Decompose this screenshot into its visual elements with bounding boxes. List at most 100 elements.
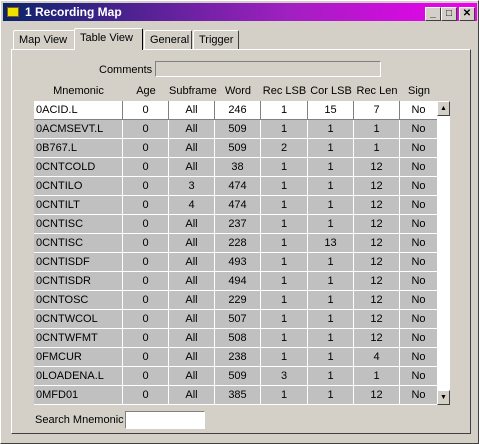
- cell-cor-lsb[interactable]: 13: [308, 234, 354, 253]
- cell-sign[interactable]: No: [400, 234, 438, 253]
- cell-rec-len[interactable]: 12: [354, 196, 400, 215]
- cell-sign[interactable]: No: [400, 272, 438, 291]
- cell-cor-lsb[interactable]: 1: [308, 272, 354, 291]
- cell-subframe[interactable]: All: [169, 291, 215, 310]
- cell-mnemonic[interactable]: 0CNTISC: [34, 234, 123, 253]
- cell-mnemonic[interactable]: 0CNTISC: [34, 215, 123, 234]
- tab-general[interactable]: General: [144, 30, 192, 49]
- column-header-age[interactable]: Age: [123, 85, 169, 97]
- cell-subframe[interactable]: All: [169, 253, 215, 272]
- cell-rec-len[interactable]: 12: [354, 329, 400, 348]
- scroll-up-button[interactable]: ▲: [437, 101, 450, 116]
- table-row[interactable]: 0FMCUR 0 All 238 1 1 4 No: [34, 348, 438, 367]
- cell-sign[interactable]: No: [400, 101, 438, 120]
- column-header-cor-lsb[interactable]: Cor LSB: [308, 85, 354, 97]
- cell-sign[interactable]: No: [400, 253, 438, 272]
- cell-rec-lsb[interactable]: 1: [261, 329, 308, 348]
- table-row[interactable]: 0LOADENA.L 0 All 509 3 1 1 No: [34, 367, 438, 386]
- cell-cor-lsb[interactable]: 1: [308, 291, 354, 310]
- cell-age[interactable]: 0: [123, 234, 169, 253]
- cell-rec-lsb[interactable]: 1: [261, 234, 308, 253]
- table-row[interactable]: 0CNTCOLD 0 All 38 1 1 12 No: [34, 158, 438, 177]
- table-row[interactable]: 0CNTILT 0 4 474 1 1 12 No: [34, 196, 438, 215]
- cell-word[interactable]: 237: [215, 215, 261, 234]
- cell-word[interactable]: 246: [215, 101, 261, 120]
- cell-rec-len[interactable]: 1: [354, 120, 400, 139]
- cell-word[interactable]: 474: [215, 196, 261, 215]
- table-row[interactable]: 0CNTOSC 0 All 229 1 1 12 No: [34, 291, 438, 310]
- cell-age[interactable]: 0: [123, 101, 169, 120]
- cell-subframe[interactable]: All: [169, 272, 215, 291]
- tab-table-view[interactable]: Table View: [74, 28, 143, 50]
- cell-age[interactable]: 0: [123, 348, 169, 367]
- table-row[interactable]: 0CNTWCOL 0 All 507 1 1 12 No: [34, 310, 438, 329]
- cell-cor-lsb[interactable]: 1: [308, 253, 354, 272]
- cell-mnemonic[interactable]: 0MFD01: [34, 386, 123, 405]
- cell-rec-len[interactable]: 12: [354, 253, 400, 272]
- cell-sign[interactable]: No: [400, 158, 438, 177]
- table-row[interactable]: 0ACID.L 0 All 246 1 15 7 No: [34, 101, 438, 120]
- cell-rec-lsb[interactable]: 1: [261, 348, 308, 367]
- cell-cor-lsb[interactable]: 1: [308, 348, 354, 367]
- tab-map-view[interactable]: Map View: [13, 30, 75, 49]
- cell-age[interactable]: 0: [123, 253, 169, 272]
- cell-mnemonic[interactable]: 0CNTISDR: [34, 272, 123, 291]
- tab-trigger[interactable]: Trigger: [193, 30, 239, 49]
- cell-subframe[interactable]: All: [169, 234, 215, 253]
- cell-word[interactable]: 509: [215, 120, 261, 139]
- cell-mnemonic[interactable]: 0CNTOSC: [34, 291, 123, 310]
- cell-word[interactable]: 509: [215, 367, 261, 386]
- scroll-down-button[interactable]: ▼: [437, 390, 450, 405]
- cell-subframe[interactable]: All: [169, 139, 215, 158]
- cell-word[interactable]: 38: [215, 158, 261, 177]
- cell-age[interactable]: 0: [123, 120, 169, 139]
- maximize-button[interactable]: □: [441, 7, 457, 21]
- cell-rec-lsb[interactable]: 1: [261, 386, 308, 405]
- comments-field[interactable]: [155, 61, 381, 77]
- cell-word[interactable]: 509: [215, 139, 261, 158]
- cell-cor-lsb[interactable]: 1: [308, 367, 354, 386]
- table-row[interactable]: 0ACMSEVT.L 0 All 509 1 1 1 No: [34, 120, 438, 139]
- cell-sign[interactable]: No: [400, 367, 438, 386]
- cell-sign[interactable]: No: [400, 291, 438, 310]
- cell-subframe[interactable]: All: [169, 386, 215, 405]
- cell-rec-lsb[interactable]: 1: [261, 310, 308, 329]
- cell-mnemonic[interactable]: 0CNTWFMT: [34, 329, 123, 348]
- cell-subframe[interactable]: All: [169, 367, 215, 386]
- cell-sign[interactable]: No: [400, 310, 438, 329]
- cell-mnemonic[interactable]: 0CNTCOLD: [34, 158, 123, 177]
- cell-cor-lsb[interactable]: 1: [308, 196, 354, 215]
- vertical-scrollbar[interactable]: ▲ ▼: [437, 101, 450, 405]
- cell-rec-len[interactable]: 12: [354, 291, 400, 310]
- cell-cor-lsb[interactable]: 1: [308, 329, 354, 348]
- cell-sign[interactable]: No: [400, 139, 438, 158]
- cell-rec-lsb[interactable]: 1: [261, 177, 308, 196]
- cell-cor-lsb[interactable]: 1: [308, 120, 354, 139]
- cell-rec-len[interactable]: 12: [354, 215, 400, 234]
- cell-word[interactable]: 494: [215, 272, 261, 291]
- cell-cor-lsb[interactable]: 15: [308, 101, 354, 120]
- cell-cor-lsb[interactable]: 1: [308, 310, 354, 329]
- cell-mnemonic[interactable]: 0B767.L: [34, 139, 123, 158]
- cell-mnemonic[interactable]: 0ACMSEVT.L: [34, 120, 123, 139]
- cell-word[interactable]: 507: [215, 310, 261, 329]
- search-mnemonic-input[interactable]: [125, 411, 205, 429]
- cell-rec-lsb[interactable]: 1: [261, 215, 308, 234]
- cell-age[interactable]: 0: [123, 367, 169, 386]
- column-header-mnemonic[interactable]: Mnemonic: [34, 85, 123, 97]
- table-row[interactable]: 0CNTISDF 0 All 493 1 1 12 No: [34, 253, 438, 272]
- cell-cor-lsb[interactable]: 1: [308, 139, 354, 158]
- table-row[interactable]: 0CNTWFMT 0 All 508 1 1 12 No: [34, 329, 438, 348]
- cell-mnemonic[interactable]: 0ACID.L: [34, 101, 123, 120]
- cell-rec-lsb[interactable]: 1: [261, 158, 308, 177]
- cell-rec-lsb[interactable]: 1: [261, 120, 308, 139]
- cell-subframe[interactable]: 3: [169, 177, 215, 196]
- cell-subframe[interactable]: 4: [169, 196, 215, 215]
- column-header-subframe[interactable]: Subframe: [169, 85, 217, 97]
- cell-word[interactable]: 474: [215, 177, 261, 196]
- cell-rec-lsb[interactable]: 2: [261, 139, 308, 158]
- cell-rec-len[interactable]: 12: [354, 158, 400, 177]
- cell-rec-len[interactable]: 7: [354, 101, 400, 120]
- minimize-button[interactable]: _: [425, 7, 441, 21]
- cell-word[interactable]: 493: [215, 253, 261, 272]
